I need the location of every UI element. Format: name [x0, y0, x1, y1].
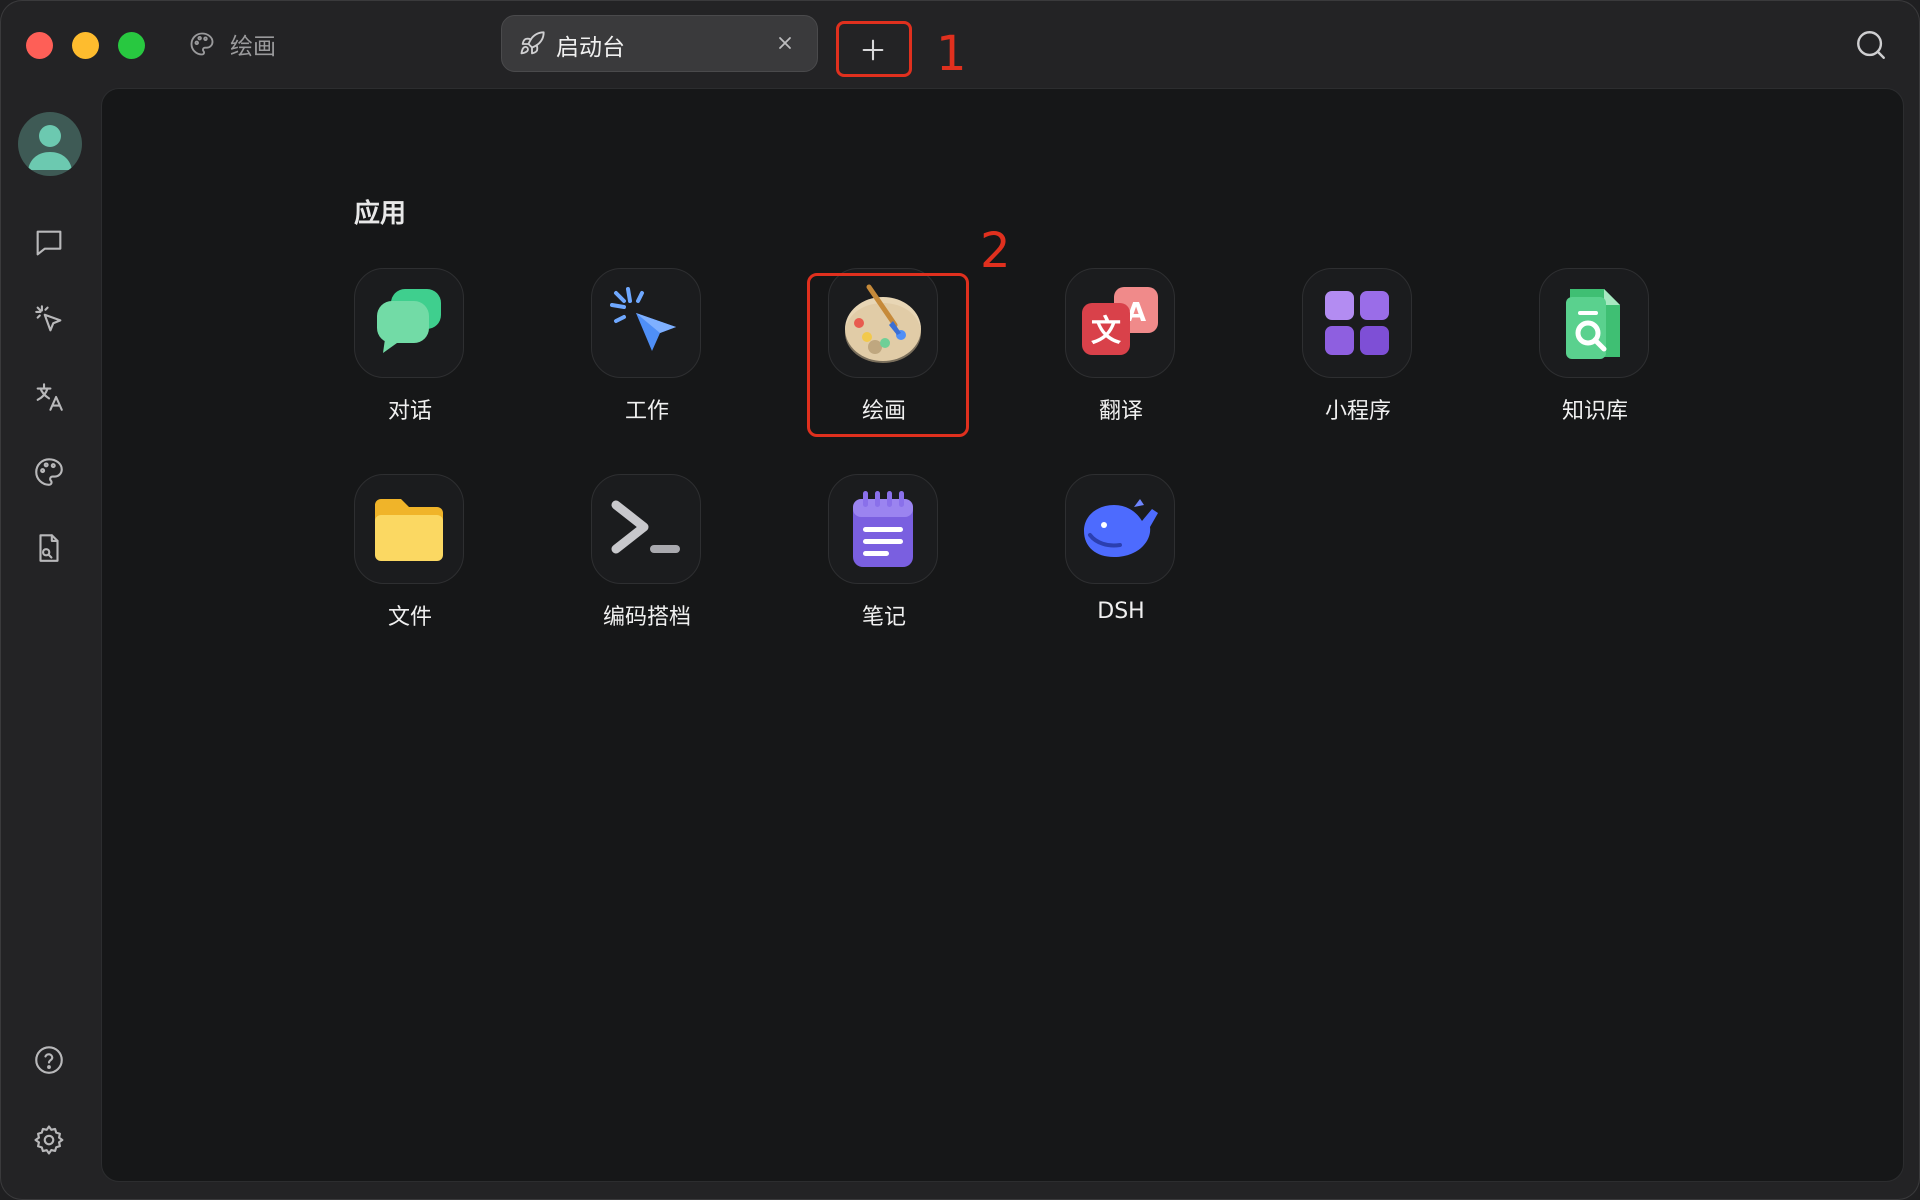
plus-icon	[862, 39, 884, 61]
minimize-window-button[interactable]	[72, 32, 99, 59]
palette-icon	[190, 32, 214, 56]
app-coding-partner[interactable]: 编码搭档	[547, 474, 747, 654]
app-label: 工作	[624, 399, 669, 424]
app-icon-box	[591, 268, 701, 378]
whale-icon	[1084, 499, 1158, 557]
app-label: 笔记	[861, 605, 906, 630]
maximize-window-button[interactable]	[118, 32, 145, 59]
translate-cards-icon: A 文	[1082, 287, 1158, 355]
app-icon-box	[1065, 474, 1175, 584]
sidebar-item-paint[interactable]	[28, 451, 70, 493]
app-icon-box	[1539, 268, 1649, 378]
svg-text:文: 文	[1091, 314, 1121, 349]
help-circle-icon	[35, 1046, 63, 1074]
app-icon-box	[354, 268, 464, 378]
app-icon-box	[828, 474, 938, 584]
app-icon-box	[591, 474, 701, 584]
sidebar-item-settings[interactable]	[28, 1119, 70, 1161]
section-title: 应用	[354, 199, 407, 229]
current-app-label: 绘画	[230, 34, 276, 60]
tab-label: 启动台	[556, 35, 625, 61]
app-label: DSH	[1097, 599, 1145, 624]
app-label: 小程序	[1324, 399, 1391, 424]
message-square-icon	[36, 230, 62, 256]
app-work[interactable]: 工作	[547, 268, 747, 448]
user-avatar-icon	[28, 125, 72, 170]
app-knowledge-base[interactable]: 知识库	[1495, 268, 1695, 448]
app-notes[interactable]: 笔记	[784, 474, 984, 654]
app-mini-programs[interactable]: 小程序	[1258, 268, 1458, 448]
terminal-icon	[611, 500, 680, 554]
highlight-annotation-box	[807, 273, 969, 437]
rocket-icon	[520, 31, 545, 55]
avatar[interactable]	[18, 112, 82, 176]
current-app-indicator[interactable]: 绘画	[188, 26, 276, 62]
cursor-sparkle-icon	[610, 287, 676, 351]
close-icon[interactable]	[773, 31, 797, 55]
app-icon-box	[1302, 268, 1412, 378]
app-label: 对话	[387, 399, 432, 424]
chat-bubbles-icon	[377, 289, 441, 353]
app-icon-box	[354, 474, 464, 584]
file-search-icon	[39, 534, 59, 562]
app-label: 翻译	[1098, 399, 1143, 424]
app-label: 文件	[387, 605, 432, 630]
app-files[interactable]: 文件	[310, 474, 510, 654]
annotation-number-2: 2	[980, 223, 1011, 279]
sidebar-item-chat[interactable]	[28, 222, 70, 264]
app-dsh[interactable]: DSH	[1021, 474, 1221, 654]
grid-apps-icon	[1325, 291, 1389, 355]
tab-launchpad[interactable]: 启动台	[501, 15, 818, 72]
translate-icon	[36, 383, 63, 411]
app-translate[interactable]: A 文 翻译	[1021, 268, 1221, 448]
app-window: 绘画 启动台 1 应用 对话 工作 绘画 A 文 翻译 小程序 知识库 文件 编…	[0, 0, 1920, 1200]
annotation-number-1: 1	[936, 26, 967, 82]
close-window-button[interactable]	[26, 32, 53, 59]
sidebar-item-files[interactable]	[28, 527, 70, 569]
folder-icon	[375, 499, 443, 561]
sidebar-item-help[interactable]	[28, 1039, 70, 1081]
pointer-sparkle-icon	[35, 305, 62, 332]
sidebar-item-agent[interactable]	[28, 298, 70, 340]
app-label: 知识库	[1561, 399, 1628, 424]
search-icon[interactable]	[1854, 28, 1888, 62]
document-search-icon	[1566, 289, 1620, 359]
app-icon-box: A 文	[1065, 268, 1175, 378]
app-chat[interactable]: 对话	[310, 268, 510, 448]
sidebar-item-translate[interactable]	[28, 376, 70, 418]
notepad-icon	[853, 491, 913, 567]
palette-icon	[35, 458, 63, 486]
app-label: 编码搭档	[602, 605, 691, 630]
new-tab-button[interactable]	[836, 21, 912, 77]
gear-icon	[34, 1125, 64, 1155]
